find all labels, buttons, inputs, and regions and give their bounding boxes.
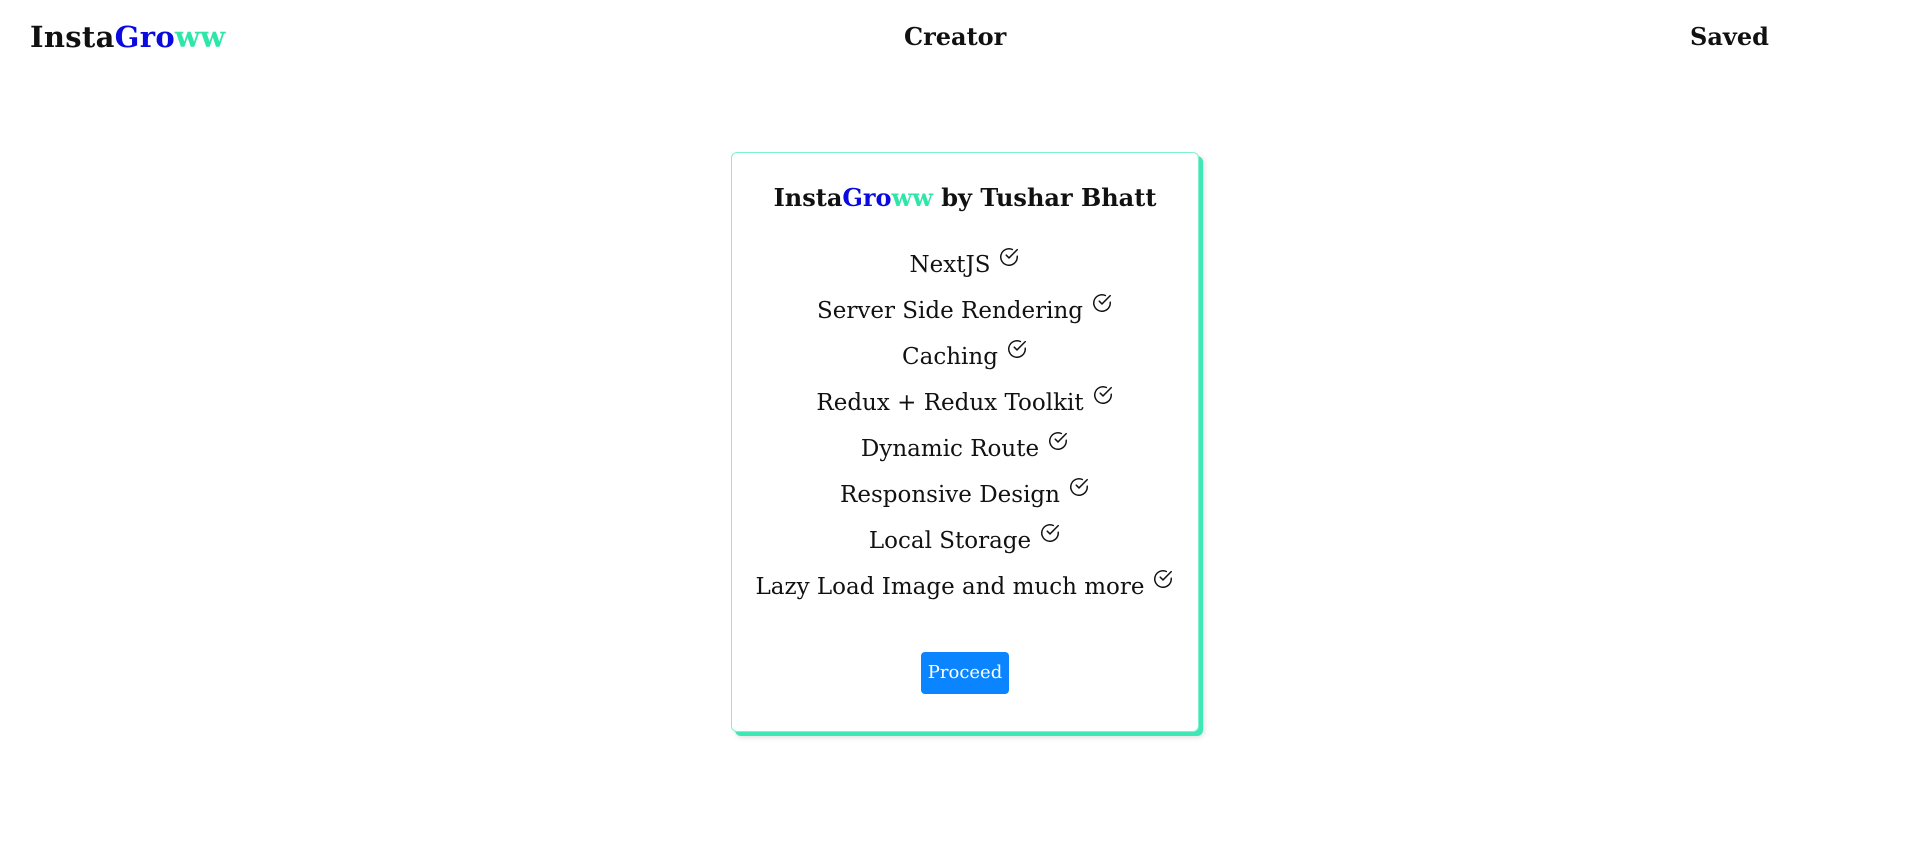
- feature-label: Local Storage: [868, 528, 1032, 554]
- feature-label: Responsive Design: [840, 482, 1060, 508]
- nav-creator-link[interactable]: Creator: [904, 22, 1006, 51]
- check-circle-icon: [1041, 524, 1060, 542]
- card-title: InstaGroww by Tushar Bhatt: [732, 183, 1198, 212]
- feature-item: Server Side Rendering: [732, 288, 1198, 334]
- check-circle-icon: [1049, 432, 1068, 450]
- proceed-button[interactable]: Proceed: [920, 652, 1010, 694]
- feature-item: Local Storage: [732, 518, 1198, 564]
- nav-saved-link[interactable]: Saved: [1690, 22, 1769, 51]
- check-circle-icon: [1093, 294, 1111, 312]
- feature-label: Lazy Load Image and much more: [755, 574, 1145, 600]
- feature-card: InstaGroww by Tushar Bhatt NextJS Server…: [731, 152, 1199, 732]
- feature-label: Server Side Rendering: [817, 298, 1083, 324]
- feature-label: Caching: [902, 344, 998, 370]
- check-circle-icon: [1007, 340, 1026, 358]
- navbar: InstaGroww Creator Saved: [0, 0, 1920, 78]
- card-title-gro: Gro: [842, 183, 892, 212]
- card-title-ww: ww: [891, 183, 933, 212]
- feature-item: Dynamic Route: [732, 426, 1198, 472]
- logo-link[interactable]: InstaGroww: [30, 20, 226, 54]
- feature-item: Caching: [732, 334, 1198, 380]
- feature-label: NextJS: [909, 252, 991, 278]
- feature-label: Dynamic Route: [860, 436, 1040, 462]
- feature-item: Lazy Load Image and much more: [732, 564, 1198, 610]
- check-circle-icon: [1093, 386, 1112, 404]
- card-title-author: by Tushar Bhatt: [932, 183, 1157, 212]
- feature-item: NextJS: [732, 242, 1198, 288]
- logo-text-ww: ww: [174, 20, 226, 54]
- card-title-insta: Insta: [773, 183, 843, 212]
- logo-text-gro: Gro: [114, 20, 175, 54]
- logo-text-insta: Insta: [30, 20, 115, 54]
- feature-label: Redux + Redux Toolkit: [816, 390, 1084, 416]
- check-circle-icon: [1000, 248, 1019, 266]
- feature-list: NextJS Server Side Rendering Caching Red…: [732, 242, 1198, 610]
- feature-item: Redux + Redux Toolkit: [732, 380, 1198, 426]
- feature-item: Responsive Design: [732, 472, 1198, 518]
- check-circle-icon: [1069, 478, 1088, 496]
- check-circle-icon: [1154, 570, 1173, 588]
